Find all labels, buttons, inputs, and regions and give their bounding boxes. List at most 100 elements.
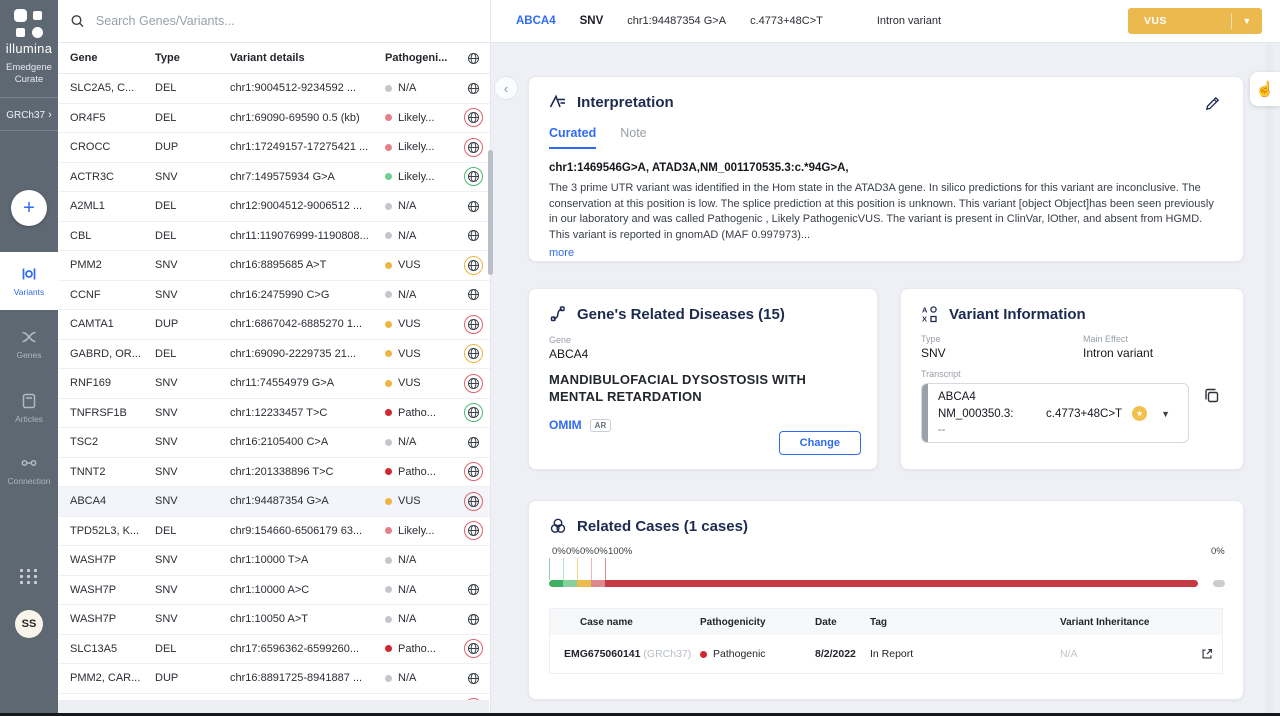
table-row[interactable]: PMM2, CAR...DUPchr16:8891725-8941887 ...… — [58, 664, 490, 694]
globe-icon[interactable] — [464, 462, 483, 481]
distribution-label: 100% — [608, 546, 632, 557]
related-diseases-header: Gene's Related Diseases (15) — [529, 289, 877, 323]
interpretation-card: Interpretation Curated Note chr1:1469546… — [528, 76, 1244, 262]
table-row[interactable]: GABRD, OR...DELchr1:69090-2229735 21...V… — [58, 340, 490, 370]
user-avatar[interactable]: SS — [15, 610, 43, 638]
page-scrollbar-track[interactable] — [1265, 43, 1273, 716]
table-row[interactable]: WASH7PSNVchr1:10000 T>AN/A — [58, 546, 490, 576]
transcript-gene: ABCA4 — [938, 391, 1178, 403]
globe-icon[interactable] — [464, 108, 483, 127]
cases-chart: 0%0%0%0%100%0% — [549, 546, 1223, 594]
variant-effect: Intron variant — [877, 15, 941, 27]
genome-build-selector[interactable]: GRCh37› — [0, 109, 58, 121]
variant-header-bar: ABCA4 SNV chr1:94487354 G>A c.4773+48C>T… — [490, 0, 1280, 43]
table-row[interactable]: TNNT2SNVchr1:201338896 T>CPatho... — [58, 458, 490, 488]
transcript-change: c.4773+48C>T — [1046, 408, 1122, 420]
globe-icon[interactable] — [464, 492, 483, 511]
apps-grid-icon[interactable] — [20, 569, 38, 584]
distribution-label: 0% — [1211, 546, 1225, 557]
table-row[interactable]: CBLDELchr11:119076999-1190808...N/A — [58, 222, 490, 252]
change-disease-button[interactable]: Change — [779, 431, 861, 455]
quick-actions-tab[interactable]: ☝ — [1250, 72, 1280, 106]
external-link-icon — [1200, 647, 1214, 661]
gene-link[interactable]: ABCA4 — [516, 15, 556, 27]
pathway-icon — [549, 305, 567, 323]
copy-button[interactable] — [1203, 387, 1221, 410]
globe-icon[interactable] — [464, 167, 483, 186]
table-row[interactable]: TSC2SNVchr16:2105400 C>AN/A — [58, 428, 490, 458]
globe-icon[interactable] — [467, 229, 480, 242]
sidebar-item-genes[interactable]: Genes — [0, 328, 58, 360]
omim-link[interactable]: OMIM — [549, 418, 582, 432]
table-row[interactable]: RNF169SNVchr11:74554979 G>AVUS — [58, 369, 490, 399]
globe-icon[interactable] — [464, 521, 483, 540]
tab-curated[interactable]: Curated — [549, 126, 596, 149]
sidebar-item-variants[interactable]: Variants — [0, 252, 58, 310]
svg-text:A: A — [922, 306, 928, 315]
table-row[interactable]: PMM2SNVchr16:8895685 A>TVUS — [58, 251, 490, 281]
sidebar-item-articles[interactable]: Articles — [0, 392, 58, 424]
case-row[interactable]: EMG675060141 (GRCh37)Pathogenic8/2/2022I… — [550, 635, 1222, 673]
cases-table-header: Case name Pathogenicity Date Tag Variant… — [550, 609, 1222, 635]
variant-info-grid: Type SNV Main Effect Intron variant — [901, 323, 1243, 360]
globe-icon[interactable] — [467, 288, 480, 301]
variant-table-body: SLC2A5, C...DELchr1:9004512-9234592 ...N… — [58, 74, 490, 700]
globe-icon[interactable] — [464, 639, 483, 658]
globe-icon[interactable] — [467, 436, 480, 449]
globe-icon[interactable] — [467, 583, 480, 596]
classification-dropdown[interactable]: VUS ▼ — [1128, 8, 1262, 34]
table-row[interactable]: A2ML1DELchr12:9004512-9006512 ...N/A — [58, 192, 490, 222]
illumina-logo-icon — [14, 9, 44, 39]
search-input[interactable] — [94, 13, 478, 29]
globe-icon[interactable] — [467, 672, 480, 685]
globe-icon[interactable] — [464, 315, 483, 334]
table-row[interactable]: SLC13A5DELchr17:6596362-6599260...Patho.… — [58, 635, 490, 665]
collapse-panel-button[interactable]: ‹ — [494, 76, 518, 100]
more-link[interactable]: more — [529, 245, 594, 261]
interpretation-tabs: Curated Note — [529, 111, 1243, 149]
globe-icon[interactable] — [464, 138, 483, 157]
distribution-label: 0% — [580, 546, 594, 557]
distribution-tick — [577, 558, 578, 580]
chevron-down-icon[interactable]: ▼ — [1161, 409, 1170, 419]
table-row[interactable]: SLC2A5, C...DELchr1:9004512-9234592 ...N… — [58, 74, 490, 104]
table-row[interactable]: CCNFSNVchr16:2475990 C>GN/A — [58, 281, 490, 311]
table-row[interactable]: CAMTA1DUPchr1:6867042-6885270 1...VUS — [58, 310, 490, 340]
interpretation-headline: chr1:1469546G>A, ATAD3A,NM_001170535.3:c… — [529, 149, 1243, 174]
globe-icon[interactable] — [467, 613, 480, 626]
add-button[interactable]: + — [11, 190, 47, 226]
search-icon — [70, 13, 85, 29]
distribution-segment — [549, 580, 563, 587]
variant-type: SNV — [580, 15, 604, 27]
table-row[interactable]: TPD52L3, K...DELchr9:154660-6506179 63..… — [58, 517, 490, 547]
sidebar-item-connection[interactable]: Connection — [0, 454, 58, 486]
variant-info-header: A X Variant Information — [901, 289, 1243, 323]
globe-icon[interactable] — [464, 256, 483, 275]
sidebar-divider — [0, 97, 58, 98]
transcript-id: NM_000350.3: — [938, 408, 1046, 420]
variant-info-icon: A X — [921, 305, 939, 323]
table-row[interactable]: TNFRSF1BSNVchr1:12233457 T>CPatho... — [58, 399, 490, 429]
edit-interpretation-button[interactable] — [1204, 95, 1221, 117]
distribution-tick — [549, 558, 550, 580]
distribution-tick — [563, 558, 564, 580]
table-row[interactable]: WASH7PSNVchr1:10050 A>TN/A — [58, 605, 490, 635]
tab-note[interactable]: Note — [620, 126, 646, 149]
globe-icon[interactable] — [467, 200, 480, 213]
table-row[interactable]: ABCA4SNVchr1:94487354 G>AVUS — [58, 487, 490, 517]
globe-icon[interactable] — [464, 344, 483, 363]
table-row[interactable]: ACTR3CSNVchr7:149575934 G>ALikely... — [58, 163, 490, 193]
distribution-segment — [563, 580, 577, 587]
table-row[interactable]: WASH7PSNVchr1:10000 A>CN/A — [58, 576, 490, 606]
globe-icon[interactable] — [467, 82, 480, 95]
globe-icon[interactable] — [464, 403, 483, 422]
table-row[interactable]: OR4F5DELchr1:69090-69590 0.5 (kb)Likely.… — [58, 104, 490, 134]
search-bar — [58, 0, 490, 43]
distribution-label: 0% — [566, 546, 580, 557]
open-case-button[interactable] — [1192, 647, 1222, 661]
transcript-extra: -- — [938, 424, 1178, 436]
table-row[interactable]: CROCCDUPchr1:17249157-17275421 ...Likely… — [58, 133, 490, 163]
list-scrollbar[interactable] — [488, 150, 493, 275]
globe-icon[interactable] — [464, 374, 483, 393]
transcript-selector[interactable]: ABCA4 NM_000350.3: c.4773+48C>T ★ ▼ -- — [921, 383, 1189, 443]
